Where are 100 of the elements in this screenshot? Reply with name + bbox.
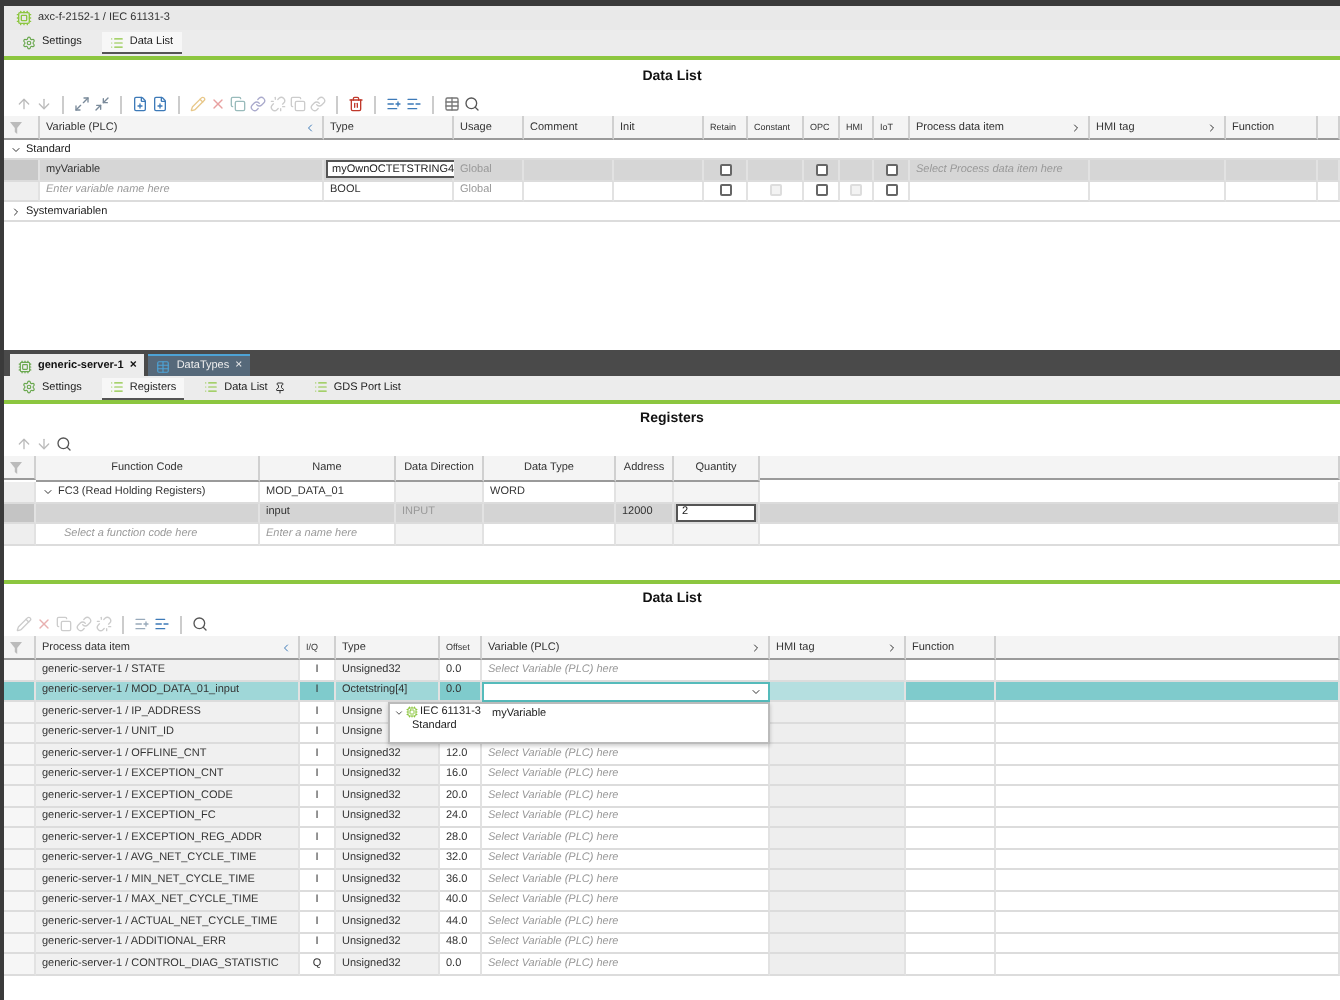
column-header[interactable] [996,636,1340,660]
chevron-left-icon[interactable] [304,121,316,133]
row-header[interactable] [4,524,36,545]
column-header[interactable] [4,116,40,140]
row-header[interactable] [4,744,36,765]
chevron-down-icon[interactable] [42,485,54,498]
column-header[interactable] [4,456,36,480]
chevron-right-icon[interactable] [886,641,898,653]
table-cell [616,482,674,503]
checkbox[interactable] [719,184,731,197]
column-header[interactable] [1318,116,1340,140]
copy-icon[interactable] [56,616,72,632]
add-file-icon[interactable] [132,96,148,112]
row-header[interactable] [4,702,36,723]
checkbox[interactable] [885,184,897,197]
chevron-right-icon[interactable] [1070,121,1082,133]
list-icon[interactable] [313,380,328,394]
table-cell [906,681,996,702]
row-header[interactable] [4,723,36,744]
row-header[interactable] [4,503,36,524]
gear-icon[interactable] [22,380,36,394]
search-icon[interactable] [56,436,72,452]
row-header[interactable] [4,912,36,933]
table-icon[interactable] [156,359,171,373]
list-icon[interactable] [204,380,219,394]
row-header[interactable] [4,786,36,807]
table-cell [770,891,906,912]
column-header[interactable] [4,636,36,660]
table-cell [770,849,906,870]
chip-icon[interactable] [16,10,32,26]
expand-icon[interactable] [74,96,90,112]
gear-icon[interactable] [22,35,36,49]
chip-icon[interactable] [18,359,32,373]
unlink-icon[interactable] [270,96,286,112]
link-icon[interactable] [310,96,326,112]
copy-icon[interactable] [290,96,306,112]
row-header[interactable] [4,870,36,891]
chevron-down-icon[interactable] [394,707,404,717]
list-icon[interactable] [109,380,124,394]
table-cell [396,482,484,503]
row-header[interactable] [4,933,36,954]
row-header[interactable] [4,807,36,828]
funnel-icon[interactable] [10,121,22,133]
list-add-icon[interactable] [386,96,402,112]
collapse-icon[interactable] [94,96,110,112]
variable-dropdown[interactable] [482,681,770,702]
checkbox[interactable] [815,184,827,197]
chevron-right-icon[interactable] [750,641,762,653]
arrow-up-icon[interactable] [16,436,32,452]
table-cell [484,524,616,545]
chevron-right-icon[interactable] [1206,121,1218,133]
checkbox[interactable] [815,163,827,176]
row-header[interactable] [4,681,36,702]
row-header[interactable] [4,828,36,849]
close-icon[interactable] [210,96,226,112]
search-icon[interactable] [464,96,480,112]
pencil-icon[interactable] [16,616,32,632]
link-icon[interactable] [76,616,92,632]
table-cell [770,912,906,933]
row-header[interactable] [4,181,40,202]
row-header[interactable] [4,765,36,786]
pencil-icon[interactable] [190,96,206,112]
search-icon[interactable] [192,616,208,632]
table-cell [906,744,996,765]
row-header[interactable] [4,660,36,681]
list-icon[interactable] [109,35,124,49]
chevron-down-icon[interactable] [10,143,22,155]
table-icon[interactable] [444,96,460,112]
column-header[interactable] [760,456,1340,480]
funnel-icon[interactable] [10,461,22,473]
close-icon[interactable] [36,616,52,632]
add-file-icon[interactable] [152,96,168,112]
row-header[interactable] [4,482,36,503]
list-remove-icon[interactable] [406,96,422,112]
arrow-up-icon[interactable] [16,96,32,112]
copy-icon[interactable] [230,96,246,112]
funnel-icon[interactable] [10,641,22,653]
row-header[interactable] [4,954,36,975]
row-header[interactable] [4,160,40,181]
table-cell [906,933,996,954]
chevron-down-icon[interactable] [750,685,762,698]
table-cell [770,660,906,681]
link-icon[interactable] [250,96,266,112]
list-remove-icon[interactable] [154,616,170,632]
pin-icon[interactable] [273,381,286,393]
chevron-left-icon[interactable] [280,641,292,653]
arrow-down-icon[interactable] [36,96,52,112]
table-cell [770,786,906,807]
checkbox[interactable] [719,163,731,176]
list-add-icon[interactable] [134,616,150,632]
chevron-right-icon[interactable] [10,205,22,217]
row-header[interactable] [4,891,36,912]
unlink-icon[interactable] [96,616,112,632]
trash-icon[interactable] [348,96,364,112]
checkbox[interactable] [885,163,897,176]
row-header[interactable] [4,849,36,870]
table-cell [770,765,906,786]
table-cell [770,723,906,744]
chip-icon[interactable] [406,706,418,718]
table-cell [770,807,906,828]
